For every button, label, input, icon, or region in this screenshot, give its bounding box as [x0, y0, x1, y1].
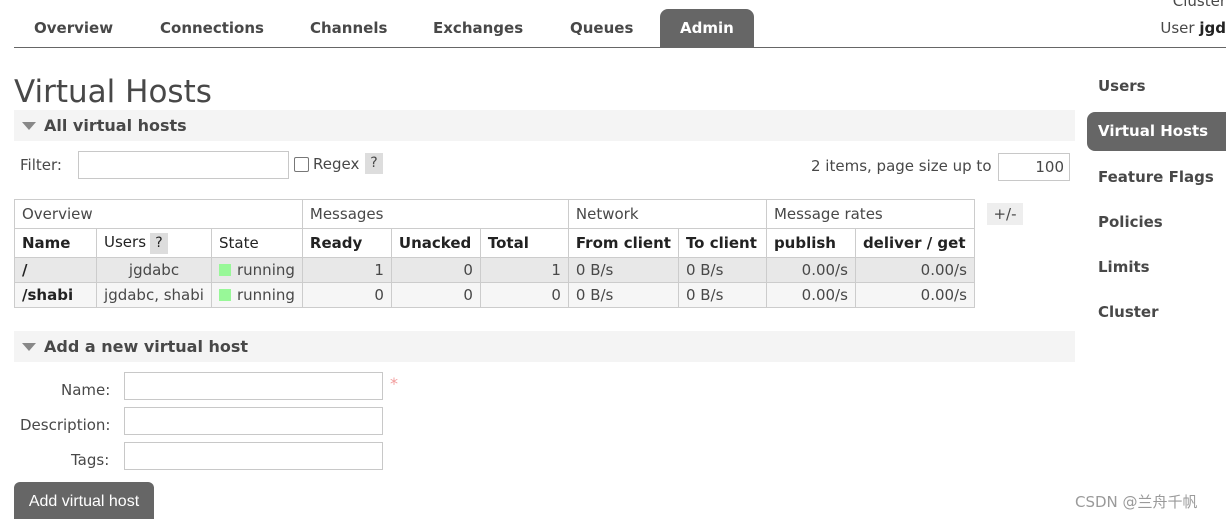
sidebar-item-users[interactable]: Users — [1098, 77, 1146, 95]
vhost-deliver-get: 0.00/s — [854, 257, 975, 283]
vhost-publish: 0.00/s — [765, 257, 856, 283]
filter-label: Filter: — [20, 156, 62, 174]
col-state[interactable]: State — [211, 228, 303, 258]
table-group-header: Overview Messages Network Message rates — [14, 199, 975, 229]
vhost-tags-input[interactable] — [124, 442, 383, 470]
vhost-from-client: 0 B/s — [567, 257, 679, 283]
vhost-publish: 0.00/s — [765, 282, 856, 308]
items-count-text: 2 items, page size up to — [811, 157, 992, 175]
tab-overview[interactable]: Overview — [14, 9, 133, 47]
col-ready[interactable]: Ready — [301, 228, 392, 258]
vhost-state: running — [211, 282, 303, 308]
vhost-state-label: running — [237, 261, 295, 279]
table-column-header: Name Users? State Ready Unacked Total Fr… — [14, 228, 975, 258]
cluster-label: Cluster — [1172, 0, 1226, 10]
table-row: /shabi jgdabc, shabi running 0 0 0 0 B/s… — [14, 282, 975, 308]
vhost-to-client: 0 B/s — [677, 257, 767, 283]
page-size-input[interactable] — [998, 153, 1070, 181]
vhost-unacked: 0 — [390, 257, 481, 283]
add-virtual-host-button[interactable]: Add virtual host — [14, 482, 154, 519]
table-row: / jgdabc running 1 0 1 0 B/s 0 B/s 0.00/… — [14, 257, 975, 283]
sidebar-item-limits[interactable]: Limits — [1098, 258, 1150, 276]
regex-help-icon[interactable]: ? — [365, 153, 383, 174]
users-help-icon[interactable]: ? — [150, 232, 169, 254]
tab-channels[interactable]: Channels — [290, 9, 407, 47]
vhost-deliver-get: 0.00/s — [854, 282, 975, 308]
collapse-triangle-icon — [22, 121, 36, 130]
collapse-triangle-icon — [22, 342, 36, 351]
vhost-total: 1 — [479, 257, 569, 283]
tab-exchanges[interactable]: Exchanges — [413, 9, 543, 47]
regex-checkbox[interactable] — [294, 157, 309, 172]
tags-label: Tags: — [71, 451, 110, 469]
required-marker: * — [390, 374, 398, 393]
toggle-columns-button[interactable]: +/- — [987, 203, 1023, 225]
vhost-users: jgdabc, shabi — [96, 282, 212, 308]
sidebar-item-feature-flags[interactable]: Feature Flags — [1098, 168, 1214, 186]
filter-input[interactable] — [78, 151, 289, 179]
col-users[interactable]: Users? — [96, 228, 212, 258]
vhost-state: running — [211, 257, 303, 283]
all-vhosts-section-header[interactable]: All virtual hosts — [14, 110, 1075, 141]
col-users-label: Users — [104, 232, 147, 251]
running-status-icon — [219, 289, 231, 301]
sidebar-item-cluster[interactable]: Cluster — [1098, 303, 1159, 321]
vhost-ready: 0 — [301, 282, 392, 308]
vhost-name-link[interactable]: /shabi — [14, 282, 97, 308]
add-vhost-section-header[interactable]: Add a new virtual host — [14, 331, 1075, 362]
tab-admin[interactable]: Admin — [660, 9, 754, 47]
name-label: Name: — [61, 381, 111, 399]
group-overview: Overview — [14, 199, 303, 229]
page-title: Virtual Hosts — [14, 74, 212, 110]
description-label: Description: — [20, 416, 111, 434]
sidebar-item-virtual-hosts[interactable]: Virtual Hosts — [1087, 112, 1226, 151]
tab-connections[interactable]: Connections — [140, 9, 284, 47]
group-network: Network — [567, 199, 767, 229]
col-name[interactable]: Name — [14, 228, 97, 258]
col-publish[interactable]: publish — [765, 228, 856, 258]
watermark: CSDN @兰舟千帆 — [1075, 493, 1198, 511]
vhost-name-input[interactable] — [124, 372, 383, 400]
add-vhost-title: Add a new virtual host — [44, 337, 249, 356]
vhost-state-label: running — [237, 286, 295, 304]
vhost-users: jgdabc — [96, 257, 212, 283]
col-total[interactable]: Total — [479, 228, 569, 258]
vhost-total: 0 — [479, 282, 569, 308]
user-name: jgd — [1199, 19, 1226, 37]
all-vhosts-title: All virtual hosts — [44, 116, 187, 135]
vhost-to-client: 0 B/s — [677, 282, 767, 308]
vhosts-table: Overview Messages Network Message rates … — [14, 199, 975, 308]
vhost-from-client: 0 B/s — [567, 282, 679, 308]
col-unacked[interactable]: Unacked — [390, 228, 481, 258]
vhost-ready: 1 — [301, 257, 392, 283]
col-to-client[interactable]: To client — [677, 228, 767, 258]
col-from-client[interactable]: From client — [567, 228, 679, 258]
regex-label: Regex — [313, 155, 360, 173]
user-info: User jgd — [1160, 19, 1226, 37]
running-status-icon — [219, 264, 231, 276]
col-deliver-get[interactable]: deliver / get — [854, 228, 975, 258]
sidebar-item-policies[interactable]: Policies — [1098, 213, 1163, 231]
tab-queues[interactable]: Queues — [550, 9, 653, 47]
nav-divider — [14, 47, 1226, 48]
vhost-unacked: 0 — [390, 282, 481, 308]
group-messages: Messages — [301, 199, 569, 229]
vhost-description-input[interactable] — [124, 407, 383, 435]
vhost-name-link[interactable]: / — [14, 257, 97, 283]
user-label: User — [1160, 19, 1195, 37]
group-message-rates: Message rates — [765, 199, 975, 229]
